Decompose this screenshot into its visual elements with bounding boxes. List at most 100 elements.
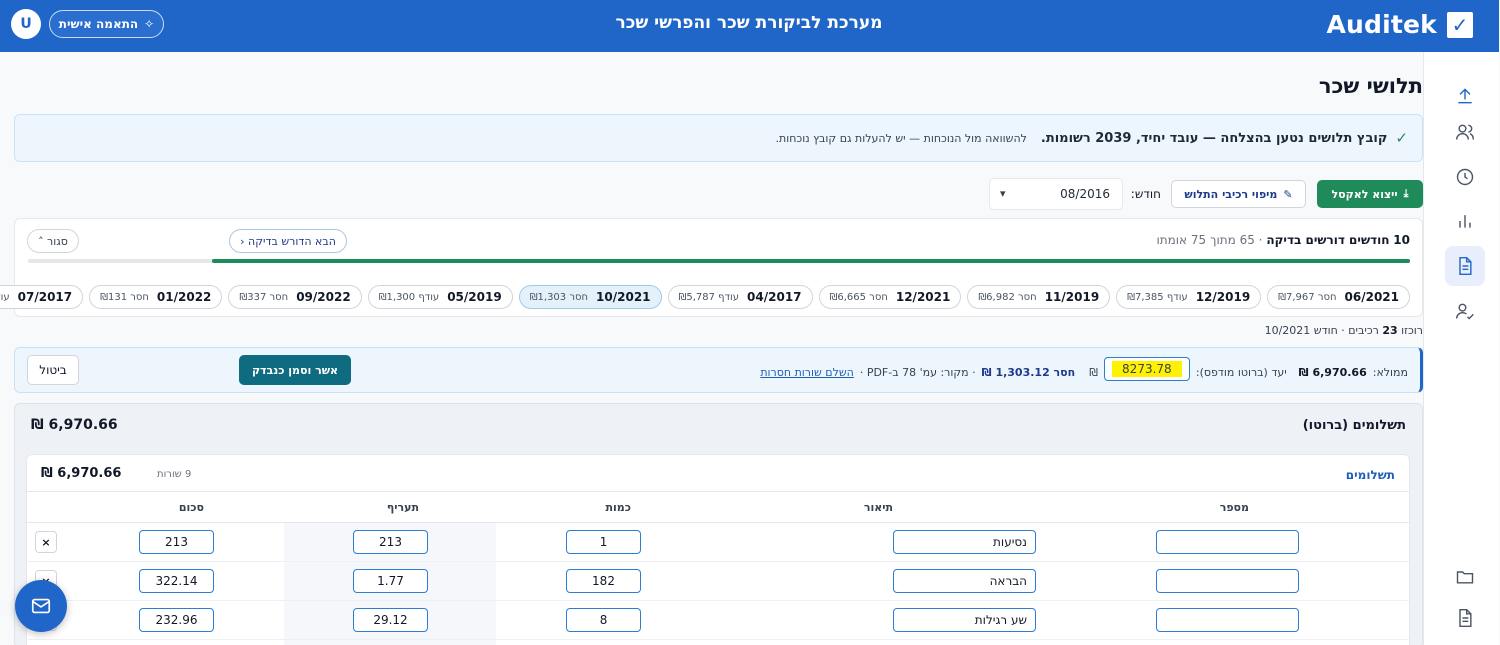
personalize-button[interactable]: ✧ התאמה אישית (50, 10, 165, 38)
section-title[interactable]: תשלומים (1347, 468, 1396, 482)
collapse-button[interactable]: סגור ˄ (28, 229, 80, 253)
month-chip-note: עודף ₪42 (0, 291, 11, 303)
quantity-input[interactable]: 8 (567, 608, 642, 632)
month-chip[interactable]: 07/2017 עודף ₪42 (0, 285, 85, 309)
users-icon (1456, 124, 1476, 140)
description-input[interactable]: נסיעות (894, 530, 1037, 554)
payments-title: תשלומים (ברוטו) (1303, 418, 1407, 433)
rate-input[interactable]: 29.12 (354, 608, 429, 632)
cancel-button[interactable]: ביטול (28, 355, 80, 385)
month-chip[interactable]: 11/2019 חסר ₪6,982 (968, 285, 1112, 309)
description-input[interactable]: שע רגילות (894, 608, 1037, 632)
computed-label: ממולא: (1373, 365, 1409, 379)
personalize-label: התאמה אישית (59, 17, 140, 31)
export-excel-label: ייצוא לאקסל (1332, 187, 1399, 201)
number-input[interactable] (1157, 569, 1300, 593)
month-chip-note: חסר ₪337 (240, 291, 290, 303)
complete-rows-link[interactable]: השלם שורות חסרות (761, 366, 855, 379)
month-chip-label: 04/2017 (748, 290, 803, 304)
edit-summary: ממולא: 6,970.66 ₪ יעד (ברוטו מודפס): 827… (761, 357, 1409, 381)
number-input[interactable] (1157, 608, 1300, 632)
rail-upload[interactable] (1446, 76, 1486, 116)
folder-icon (1457, 571, 1475, 584)
payments-section: תשלומים 9 שורות 6,970.66 ₪ מספר תיאור כמ… (26, 454, 1411, 645)
sparkle-icon: ✧ (145, 17, 156, 31)
month-chip-note: חסר ₪131 (101, 291, 150, 303)
month-chip-note: עודף ₪7,385 (1128, 291, 1189, 303)
chevron-down-icon: ▾ (1001, 187, 1007, 200)
focus-prefix: רוכזו (1402, 324, 1424, 337)
toolbar: ⤓ ייצוא לאקסל ✎ מיפוי רכיבי התלוש חודש: … (15, 178, 1424, 210)
month-chip-note: חסר ₪1,303 (530, 291, 590, 303)
month-chip[interactable]: 05/2019 עודף ₪1,300 (368, 285, 514, 309)
mail-icon (32, 598, 52, 614)
rate-input[interactable]: 1.77 (354, 569, 429, 593)
alert-sub-text: להשוואה מול הנוכחות — יש להעלות גם קובץ … (776, 131, 1028, 145)
rail-file[interactable] (1446, 598, 1486, 638)
alert-main-text: קובץ תלושים נטען בהצלחה — עובד יחיד, 203… (1041, 130, 1389, 146)
rail-folder[interactable] (1446, 557, 1486, 597)
next-review-button[interactable]: הבא הדורש בדיקה ‹ (230, 229, 348, 253)
rail-attendance[interactable] (1446, 157, 1486, 197)
month-chip[interactable]: 10/2021 חסר ₪1,303 (519, 285, 663, 309)
description-input[interactable]: הבראה (894, 569, 1037, 593)
contact-button[interactable] (16, 580, 68, 632)
export-excel-button[interactable]: ⤓ ייצוא לאקסל (1318, 180, 1424, 208)
rail-payslips[interactable] (1446, 246, 1486, 286)
user-avatar[interactable]: U (12, 9, 42, 39)
edit-icon: ✎ (1284, 187, 1294, 201)
month-chip[interactable]: 04/2017 עודף ₪5,787 (668, 285, 814, 309)
table-row: שע רגילות829.12232.96× (26, 601, 1410, 640)
target-gross-input[interactable]: 8273.78 (1104, 357, 1191, 381)
table-row: נסיעות 1 213 213 × (26, 523, 1410, 562)
rail-reports[interactable] (1446, 201, 1486, 241)
bar-chart-icon (1460, 215, 1472, 228)
rate-input[interactable]: 213 (354, 530, 429, 554)
document-icon (1460, 256, 1473, 276)
month-chip[interactable]: 01/2022 חסר ₪131 (90, 285, 224, 309)
month-chip-label: 12/2021 (896, 290, 952, 304)
target-gross-value: 8273.78 (1113, 361, 1183, 377)
months-head-label: חודשים דורשים בדיקה (1267, 233, 1391, 247)
rail-user-check[interactable] (1446, 291, 1486, 331)
quantity-input[interactable]: 1 (567, 530, 642, 554)
month-chip-label: 05/2019 (448, 290, 503, 304)
month-chips: 06/2021 חסר ₪7,967 12/2019 עודף ₪7,385 11/20… (0, 285, 1411, 309)
focus-summary: רוכזו 23 רכיבים · חודש 10/2021 (1266, 324, 1424, 337)
upload-icon (1459, 88, 1473, 104)
check-icon: ✓ (1396, 129, 1409, 147)
map-components-button[interactable]: ✎ מיפוי רכיבי התלוש (1172, 180, 1307, 208)
quantity-input[interactable]: 182 (567, 569, 642, 593)
section-row-count: 9 שורות (158, 469, 193, 480)
month-label: חודש: (1131, 187, 1162, 201)
month-chip-label: 01/2022 (157, 290, 213, 304)
delete-row-button[interactable]: × (36, 531, 58, 553)
payments-card: תשלומים (ברוטו) 6,970.66 ₪ תשלומים 9 שור… (15, 403, 1424, 645)
target-label: יעד (ברוטו מודפס): (1196, 365, 1288, 379)
amount-input[interactable]: 213 (140, 530, 215, 554)
col-description: תיאור (864, 501, 894, 514)
month-chip[interactable]: 12/2019 עודף ₪7,385 (1117, 285, 1263, 309)
month-value: 08/2016 (1061, 187, 1111, 201)
shortfall-value: חסר 1,303.12 ₪ (982, 365, 1077, 379)
number-input[interactable] (1157, 530, 1300, 554)
app-title: מערכת לביקורת שכר והפרשי שכר (616, 13, 884, 33)
month-chip[interactable]: 09/2022 חסר ₪337 (229, 285, 363, 309)
table-header: מספר תיאור כמות תעריף סכום (26, 491, 1410, 523)
month-select[interactable]: 08/2016 ▾ (990, 178, 1124, 210)
focus-suffix: רכיבים · חודש 10/2021 (1265, 324, 1380, 337)
review-progress-bar (29, 259, 1411, 263)
month-chip[interactable]: 06/2021 חסר ₪7,967 (1268, 285, 1411, 309)
map-components-label: מיפוי רכיבי התלוש (1185, 187, 1279, 201)
download-icon: ⤓ (1404, 187, 1410, 200)
month-chip-note: חסר ₪6,982 (979, 291, 1038, 303)
approve-button[interactable]: אשר וסמן כנבדק (240, 355, 352, 385)
month-chip[interactable]: 12/2021 חסר ₪6,665 (819, 285, 963, 309)
side-rail (1424, 52, 1500, 645)
month-edit-bar: ממולא: 6,970.66 ₪ יעד (ברוטו מודפס): 827… (15, 347, 1424, 393)
rail-employees[interactable] (1446, 112, 1486, 152)
upload-success-alert: ✓ קובץ תלושים נטען בהצלחה — עובד יחיד, 2… (15, 114, 1424, 162)
months-count: 10 (1394, 233, 1411, 247)
amount-input[interactable]: 322.14 (140, 569, 215, 593)
amount-input[interactable]: 232.96 (140, 608, 215, 632)
